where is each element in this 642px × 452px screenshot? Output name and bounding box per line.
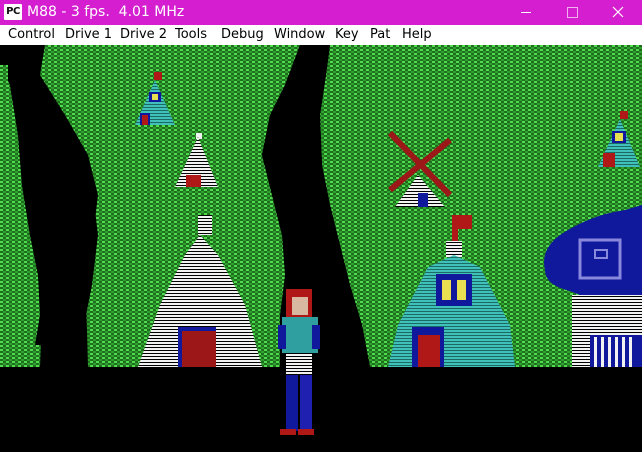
ground — [0, 367, 642, 447]
menu-key[interactable]: Key — [335, 25, 359, 45]
maximize-button[interactable] — [549, 0, 595, 25]
maximize-icon — [567, 7, 578, 18]
title-bar[interactable]: PC M88 - 3 fps. 4.01 MHz — [0, 0, 642, 25]
close-button[interactable] — [595, 0, 641, 25]
menu-pat[interactable]: Pat — [370, 25, 390, 45]
close-icon — [612, 6, 624, 18]
menu-window[interactable]: Window — [274, 25, 325, 45]
menu-bar: Control Drive 1 Drive 2 Tools Debug Wind… — [0, 25, 642, 45]
menu-control[interactable]: Control — [8, 25, 55, 45]
minimize-icon — [521, 12, 531, 13]
menu-tools[interactable]: Tools — [175, 25, 207, 45]
emulator-window: PC M88 - 3 fps. 4.01 MHz Control Drive 1… — [0, 0, 642, 447]
menu-debug[interactable]: Debug — [221, 25, 264, 45]
app-icon[interactable]: PC — [4, 4, 22, 20]
menu-drive-1[interactable]: Drive 1 — [65, 25, 112, 45]
minimize-button[interactable] — [503, 0, 549, 25]
menu-drive-2[interactable]: Drive 2 — [120, 25, 167, 45]
emulator-screen[interactable] — [0, 45, 642, 447]
menu-help[interactable]: Help — [402, 25, 432, 45]
window-title: M88 - 3 fps. 4.01 MHz — [27, 4, 185, 20]
game-scene — [0, 45, 642, 447]
